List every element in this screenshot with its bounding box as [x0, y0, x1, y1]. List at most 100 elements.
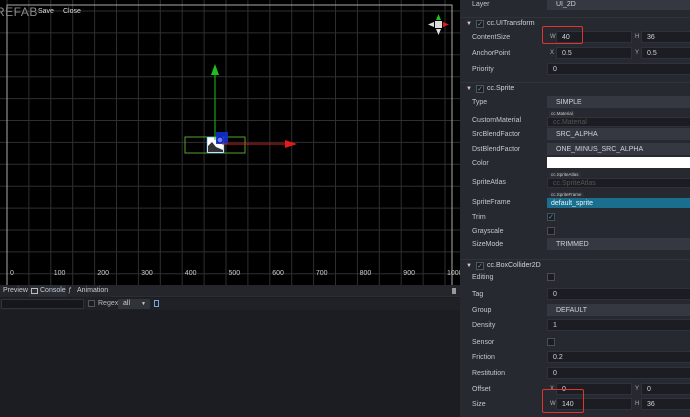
trim-label: Trim — [472, 214, 486, 221]
size-h-field[interactable]: 36 — [641, 398, 690, 410]
log-level-select[interactable]: all ▼ — [118, 299, 150, 309]
pivot-handle[interactable] — [216, 136, 224, 144]
offset-y-field[interactable]: 0 — [641, 383, 690, 395]
src-blend-select[interactable]: SRC_ALPHA — [547, 128, 690, 140]
type-label: Type — [472, 99, 488, 106]
component-title: cc.Sprite — [487, 85, 515, 92]
grayscale-label: Grayscale — [472, 228, 504, 235]
density-label: Density — [472, 322, 496, 329]
layer-select[interactable]: UI_2D — [547, 0, 690, 10]
sprite-atlas-label: SpriteAtlas — [472, 179, 506, 186]
editing-checkbox[interactable] — [547, 273, 555, 281]
ruler-tick-label: 0 — [10, 270, 14, 277]
tab-console-label: Console — [40, 287, 66, 294]
anchor-point-axis-b: Y — [635, 50, 640, 56]
component-title: cc.UITransform — [487, 20, 535, 27]
canvas-frame — [6, 4, 453, 285]
prefab-mode-label: REFAB — [0, 5, 38, 19]
sprite-frame-label: SpriteFrame — [472, 199, 511, 206]
anchor-point-y-field[interactable]: 0.5 — [641, 47, 690, 59]
offset-axis-b: Y — [635, 386, 640, 392]
trim-checkbox[interactable]: ✓ — [547, 213, 555, 221]
src-blend-label: SrcBlendFactor — [472, 131, 521, 138]
ruler-tick-label: 200 — [97, 270, 110, 277]
editing-label: Editing — [472, 274, 494, 281]
collapse-triangle-icon[interactable]: ▼ — [466, 86, 472, 92]
tag-field[interactable]: 0 — [547, 288, 690, 300]
anchor-point-axis-a: X — [550, 50, 555, 56]
enable-checkbox[interactable]: ✓ — [476, 262, 484, 270]
highlight-box — [542, 26, 583, 44]
box-collider-header[interactable]: ▼ ✓ cc.BoxCollider2D — [460, 259, 690, 273]
layer-label: Layer — [472, 1, 490, 8]
chevron-down-icon: ▼ — [141, 301, 146, 307]
console-icon — [31, 288, 38, 294]
view-gizmo-icon[interactable] — [428, 14, 449, 35]
content-size-axis-b: H — [635, 34, 640, 40]
priority-label: Priority — [472, 66, 494, 73]
anchor-point-x-field[interactable]: 0.5 — [556, 47, 632, 59]
ruler-tick-label: 700 — [315, 270, 328, 277]
color-swatch[interactable] — [547, 157, 690, 168]
tab-console[interactable]: Console — [29, 285, 69, 297]
content-size-h-field[interactable]: 36 — [641, 31, 690, 43]
ruler-tick-label: 100 — [53, 270, 66, 277]
sprite-frame-field[interactable]: default_sprite — [547, 198, 690, 208]
regex-label: Regex — [98, 300, 119, 307]
content-size-label: ContentSize — [472, 34, 511, 41]
ruler-tick-label: 600 — [272, 270, 284, 277]
inspector-panel: Layer UI_2D ▼ ✓ cc.UITransform ContentSize W 40… — [460, 0, 690, 417]
regex-checkbox[interactable] — [88, 300, 95, 307]
dst-blend-select[interactable]: ONE_MINUS_SRC_ALPHA — [547, 143, 690, 155]
friction-field[interactable]: 0.2 — [547, 351, 690, 363]
dst-blend-label: DstBlendFactor — [472, 146, 521, 153]
panel-menu-icon[interactable] — [452, 288, 456, 294]
copy-log-icon[interactable] — [154, 300, 159, 307]
restitution-field[interactable]: 0 — [547, 367, 690, 379]
ruler-tick-label: 300 — [141, 270, 153, 277]
highlight-box — [542, 389, 584, 413]
custom-material-label: CustomMaterial — [472, 117, 522, 124]
group-select[interactable]: DEFAULT — [547, 304, 690, 316]
ruler-tick-label: 1000 — [447, 270, 460, 277]
bottom-panel: Preview Console ƒ Animation Regex all ▼ — [0, 285, 460, 417]
density-field[interactable]: 1 — [547, 319, 690, 331]
scene-viewport[interactable]: REFAB Save Close 0 100 200 300 400 500 600 700 8… — [0, 0, 460, 285]
enable-checkbox[interactable]: ✓ — [476, 85, 484, 93]
size-mode-label: SizeMode — [472, 241, 504, 248]
console-search-input[interactable] — [1, 299, 84, 309]
close-button[interactable]: Close — [63, 8, 81, 15]
ruler-tick-label: 500 — [228, 270, 241, 277]
tab-animation[interactable]: ƒ Animation — [66, 285, 112, 297]
size-label: Size — [472, 401, 486, 408]
component-title: cc.BoxCollider2D — [487, 262, 541, 269]
sprite-header[interactable]: ▼ ✓ cc.Sprite — [460, 82, 690, 96]
size-axis-b: H — [635, 401, 640, 407]
priority-field[interactable]: 0 — [547, 63, 690, 75]
x-arrow-icon[interactable] — [285, 140, 297, 148]
size-mode-select[interactable]: TRIMMED — [547, 238, 690, 250]
tab-animation-label: Animation — [77, 287, 109, 294]
log-level-value: all — [123, 300, 131, 307]
sprite-atlas-field[interactable]: cc.SpriteAtlas — [547, 178, 690, 188]
offset-label: Offset — [472, 386, 491, 393]
y-arrow-icon[interactable] — [211, 64, 219, 75]
ruler-tick-label: 900 — [403, 270, 415, 277]
friction-label: Friction — [472, 354, 495, 361]
ruler-tick-label: 800 — [359, 270, 372, 277]
ruler-tick-label: 400 — [184, 270, 197, 277]
collapse-triangle-icon[interactable]: ▼ — [466, 263, 472, 269]
collapse-triangle-icon[interactable]: ▼ — [466, 21, 472, 27]
sensor-label: Sensor — [472, 339, 495, 346]
sensor-checkbox[interactable] — [547, 338, 555, 346]
enable-checkbox[interactable]: ✓ — [476, 20, 484, 28]
tag-label: Tag — [472, 291, 484, 298]
scene-grid — [0, 0, 460, 285]
animation-icon: ƒ — [68, 287, 72, 294]
save-button[interactable]: Save — [38, 8, 54, 15]
custom-material-field[interactable]: cc.Material — [547, 117, 690, 127]
grayscale-checkbox[interactable] — [547, 227, 555, 235]
type-select[interactable]: SIMPLE — [547, 96, 690, 108]
tab-preview[interactable]: Preview — [0, 285, 31, 297]
restitution-label: Restitution — [472, 370, 506, 377]
